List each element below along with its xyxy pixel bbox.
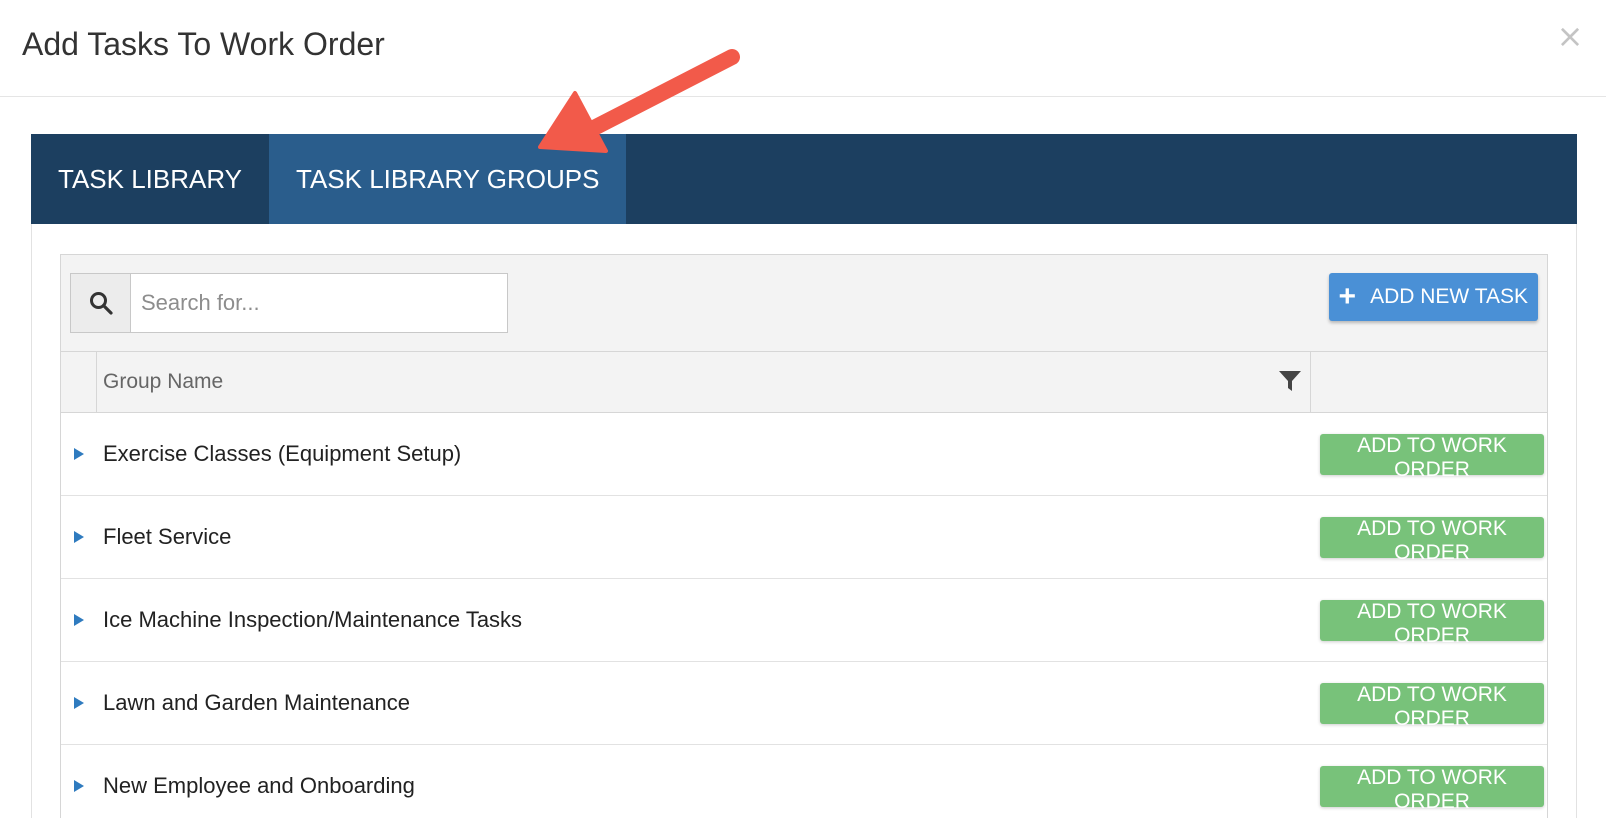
caret-right-icon[interactable]	[61, 745, 97, 818]
plus-icon: +	[1338, 280, 1357, 313]
grid-header: Group Name	[61, 352, 1547, 413]
modal-title: Add Tasks To Work Order	[22, 26, 385, 62]
table-row: Ice Machine Inspection/Maintenance Tasks…	[61, 579, 1547, 662]
filter-icon[interactable]	[1278, 369, 1302, 399]
header-action-cell	[1311, 352, 1547, 412]
search-icon[interactable]	[71, 274, 131, 332]
tab-task-library-groups[interactable]: TASK LIBRARY GROUPS	[269, 134, 627, 224]
search-box	[70, 273, 508, 333]
add-new-task-button[interactable]: + ADD NEW TASK	[1328, 273, 1538, 321]
caret-right-icon[interactable]	[61, 579, 97, 662]
table-row: New Employee and Onboarding ADD TO WORK …	[61, 745, 1547, 818]
group-name: New Employee and Onboarding	[103, 773, 415, 798]
group-name: Fleet Service	[103, 524, 232, 549]
group-name: Ice Machine Inspection/Maintenance Tasks	[103, 607, 523, 632]
add-to-work-order-button[interactable]: ADD TO WORK ORDER	[1320, 766, 1544, 813]
caret-right-icon[interactable]	[61, 413, 97, 496]
add-to-work-order-button[interactable]: ADD TO WORK ORDER	[1320, 517, 1544, 564]
add-new-task-label: ADD NEW TASK	[1370, 285, 1528, 308]
caret-right-icon[interactable]	[61, 496, 97, 579]
caret-right-icon[interactable]	[61, 662, 97, 745]
tab-task-library[interactable]: TASK LIBRARY	[31, 134, 269, 224]
task-groups-grid: + ADD NEW TASK Group Name Exercise Class…	[60, 254, 1548, 818]
group-name: Exercise Classes (Equipment Setup)	[103, 441, 462, 466]
table-row: Fleet Service ADD TO WORK ORDER	[61, 496, 1547, 579]
add-to-work-order-button[interactable]: ADD TO WORK ORDER	[1320, 683, 1544, 730]
search-input[interactable]	[131, 274, 507, 332]
column-header-group-name[interactable]: Group Name	[97, 352, 1311, 412]
add-to-work-order-button[interactable]: ADD TO WORK ORDER	[1320, 600, 1544, 647]
tab-bar: TASK LIBRARY TASK LIBRARY GROUPS	[31, 134, 1577, 224]
header-expand-cell	[61, 352, 97, 412]
add-to-work-order-button[interactable]: ADD TO WORK ORDER	[1320, 434, 1544, 481]
grid-toolbar: + ADD NEW TASK	[61, 255, 1547, 352]
modal-header: Add Tasks To Work Order ×	[0, 0, 1606, 97]
table-row: Exercise Classes (Equipment Setup) ADD T…	[61, 413, 1547, 496]
close-icon[interactable]: ×	[1552, 18, 1588, 54]
table-row: Lawn and Garden Maintenance ADD TO WORK …	[61, 662, 1547, 745]
group-name: Lawn and Garden Maintenance	[103, 690, 410, 715]
column-header-label: Group Name	[103, 370, 224, 393]
